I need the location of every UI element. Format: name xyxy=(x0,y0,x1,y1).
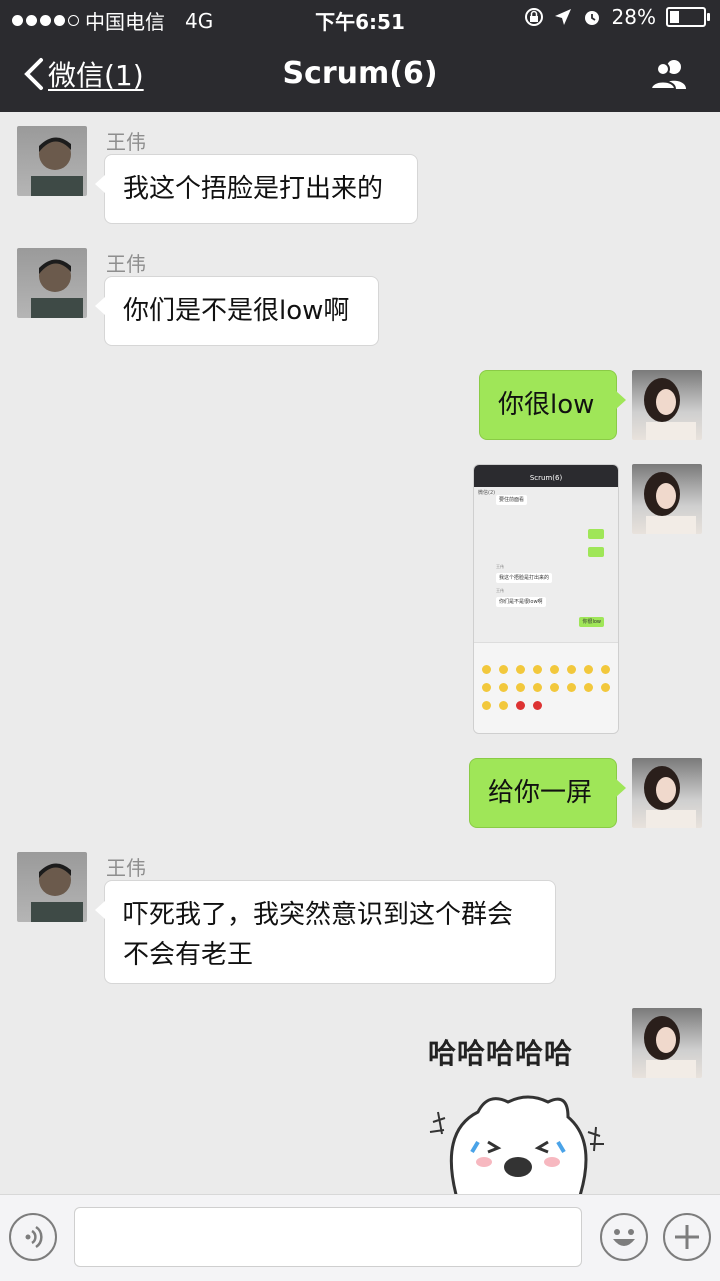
my-avatar[interactable] xyxy=(632,370,702,440)
message-bubble-outgoing[interactable]: 你很low xyxy=(479,370,626,440)
avatar[interactable] xyxy=(17,852,87,922)
my-avatar[interactable] xyxy=(632,464,702,534)
status-bar: 中国电信 4G 下午6:51 28% xyxy=(0,0,720,36)
battery-icon xyxy=(666,7,710,27)
image-line: 要住前面看 xyxy=(496,495,528,505)
plus-icon xyxy=(675,1225,699,1249)
battery-percent: 28% xyxy=(611,5,656,29)
nav-bar: 微信(1) Scrum(6) xyxy=(0,36,720,112)
sender-name: 王伟 xyxy=(106,856,146,880)
image-line: 你很low xyxy=(579,617,604,627)
sender-name: 王伟 xyxy=(106,130,146,154)
voice-button[interactable] xyxy=(9,1213,57,1261)
laughing-bear-icon xyxy=(429,1095,604,1194)
my-avatar[interactable] xyxy=(632,758,702,828)
more-button[interactable] xyxy=(663,1213,711,1261)
sticker-message[interactable]: 哈哈哈哈哈 xyxy=(418,1032,618,1194)
image-line-out xyxy=(588,547,604,557)
message-list[interactable]: 王伟 我这个捂脸是打出来的 王伟 你们是不是很low啊 你很low Scrum(… xyxy=(0,112,720,1194)
image-title: Scrum(6) xyxy=(474,465,618,487)
image-line: 你们是不是很low啊 xyxy=(496,597,546,607)
voice-icon xyxy=(25,1225,43,1249)
image-line-out xyxy=(588,529,604,539)
alarm-icon xyxy=(584,11,599,25)
sticker-text: 哈哈哈哈哈 xyxy=(428,1037,574,1070)
message-bubble[interactable]: 我这个捂脸是打出来的 xyxy=(95,154,418,224)
message-bubble[interactable]: 你们是不是很low啊 xyxy=(95,276,379,346)
emoji-button[interactable] xyxy=(600,1213,648,1261)
top-bar: 中国电信 4G 下午6:51 28% 微信(1) Scrum(6) xyxy=(0,0,720,112)
my-avatar[interactable] xyxy=(632,1008,702,1078)
image-back: 微信(2) xyxy=(478,490,496,496)
lock-rotation-icon xyxy=(524,8,543,26)
image-message[interactable]: Scrum(6) 微信(2) 要住前面看 王伟 我这个捂脸是打出来的 王伟 你们… xyxy=(473,464,619,734)
image-line: 我这个捂脸是打出来的 xyxy=(496,573,553,583)
avatar[interactable] xyxy=(17,126,87,196)
location-icon xyxy=(554,9,571,25)
sender-name: 王伟 xyxy=(106,252,146,276)
chat-title: Scrum(6) xyxy=(282,56,438,91)
message-bubble[interactable]: 吓死我了，我突然意识到这个群会不会有老王 xyxy=(95,880,556,984)
image-line: 王伟 xyxy=(496,588,504,593)
input-bar xyxy=(0,1194,720,1281)
message-bubble-outgoing[interactable]: 给你一屏 xyxy=(469,758,626,828)
avatar[interactable] xyxy=(17,248,87,318)
image-line: 王伟 xyxy=(496,564,504,569)
image-emoji-keyboard xyxy=(474,642,618,733)
group-members-icon[interactable] xyxy=(650,58,690,90)
emoji-icon xyxy=(613,1229,635,1246)
message-input[interactable] xyxy=(74,1207,582,1267)
